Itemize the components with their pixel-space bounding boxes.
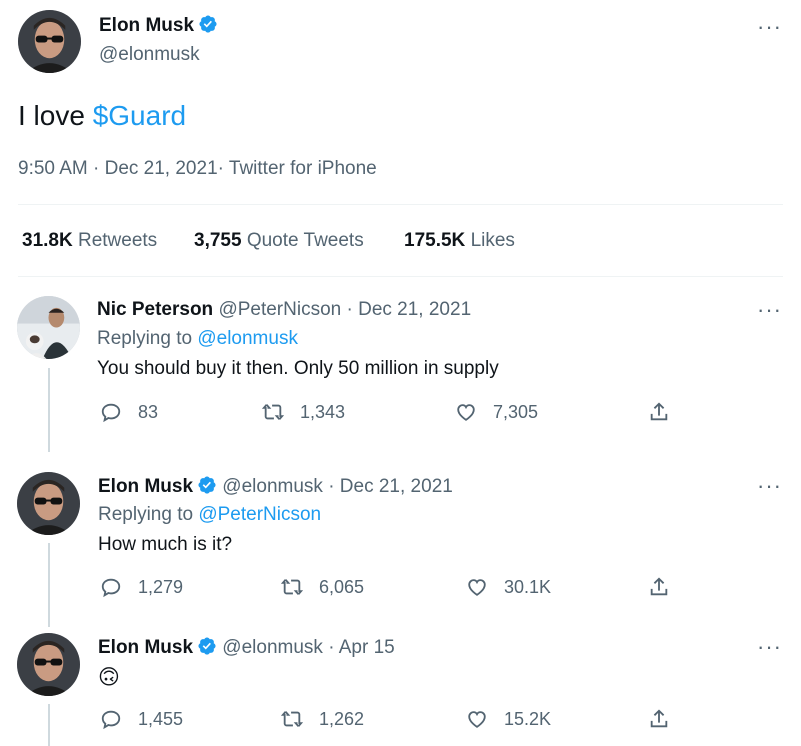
reply-author-avatar[interactable] [17, 633, 80, 696]
reply-author-avatar[interactable] [17, 296, 80, 359]
retweet-button[interactable]: 1,343 [262, 401, 345, 423]
retweet-button[interactable]: 6,065 [281, 576, 364, 598]
reply-text: You should buy it then. Only 50 million … [97, 358, 499, 379]
tweet-source[interactable]: Twitter for iPhone [229, 158, 377, 179]
reply-date[interactable]: Dec 21, 2021 [358, 299, 471, 320]
more-options-icon[interactable]: ··· [757, 636, 782, 658]
cashtag-link[interactable]: $Guard [93, 100, 186, 131]
more-options-icon[interactable]: ··· [757, 299, 782, 321]
divider [18, 204, 783, 205]
main-author-name[interactable]: Elon Musk [99, 15, 194, 36]
share-button[interactable] [648, 708, 686, 730]
reply-date[interactable]: Apr 15 [339, 637, 395, 658]
reply-author-avatar[interactable] [17, 472, 80, 535]
reply-author-name[interactable]: Nic Peterson [97, 299, 213, 320]
reply-author-handle[interactable]: @elonmusk [222, 637, 323, 658]
like-icon [468, 579, 486, 596]
tweet-date[interactable]: Dec 21, 2021 [105, 158, 218, 179]
reply-button[interactable]: 83 [100, 401, 158, 423]
like-button[interactable]: 15.2K [466, 708, 551, 730]
reply-author-handle[interactable]: @elonmusk [222, 476, 323, 497]
reply-author-name[interactable]: Elon Musk [98, 637, 193, 658]
main-author-handle[interactable]: @elonmusk [99, 44, 200, 66]
stats-retweets[interactable]: 31.8K Retweets [22, 230, 157, 252]
main-tweet-text: I love $Guard [18, 100, 187, 131]
retweet-button[interactable]: 1,262 [281, 708, 364, 730]
thread-line [48, 368, 50, 452]
thread-line [48, 704, 50, 746]
mention-link[interactable]: @elonmusk [197, 328, 298, 349]
verified-badge-icon [197, 636, 217, 656]
share-icon [650, 709, 668, 728]
like-icon [468, 711, 486, 728]
stats-likes[interactable]: 175.5K Likes [404, 230, 515, 252]
reply-text: 🙃 [98, 666, 120, 689]
share-button[interactable] [648, 576, 686, 598]
share-icon [650, 577, 668, 596]
retweet-icon [281, 711, 303, 727]
reply-icon [101, 403, 121, 423]
more-options-icon[interactable]: ··· [757, 16, 782, 38]
tweet-meta: 9:50 AM · Dec 21, 2021· Twitter for iPho… [18, 158, 377, 179]
like-button[interactable]: 30.1K [466, 576, 551, 598]
thread-line [48, 543, 50, 627]
share-button[interactable] [648, 401, 686, 423]
reply-icon [101, 710, 121, 730]
share-icon [650, 402, 668, 421]
stats-quote-tweets[interactable]: 3,755 Quote Tweets [194, 230, 364, 252]
like-button[interactable]: 7,305 [455, 401, 538, 423]
retweet-icon [262, 404, 284, 420]
verified-badge-icon [198, 14, 218, 34]
retweet-icon [281, 579, 303, 595]
mention-link[interactable]: @PeterNicson [198, 504, 321, 525]
replying-to: Replying to @PeterNicson [98, 504, 322, 525]
reply-author-handle[interactable]: @PeterNicson [218, 299, 341, 320]
tweet-time[interactable]: 9:50 AM [18, 158, 88, 179]
divider [18, 276, 783, 277]
reply-button[interactable]: 1,455 [100, 708, 183, 730]
more-options-icon[interactable]: ··· [757, 475, 782, 497]
replying-to: Replying to @elonmusk [97, 328, 298, 349]
reply-text: How much is it? [98, 534, 233, 555]
main-author-avatar[interactable] [18, 10, 81, 73]
reply-icon [101, 578, 121, 598]
verified-badge-icon [197, 475, 217, 495]
reply-author-name[interactable]: Elon Musk [98, 476, 193, 497]
reply-button[interactable]: 1,279 [100, 576, 183, 598]
like-icon [457, 404, 475, 421]
reply-date[interactable]: Dec 21, 2021 [340, 476, 453, 497]
